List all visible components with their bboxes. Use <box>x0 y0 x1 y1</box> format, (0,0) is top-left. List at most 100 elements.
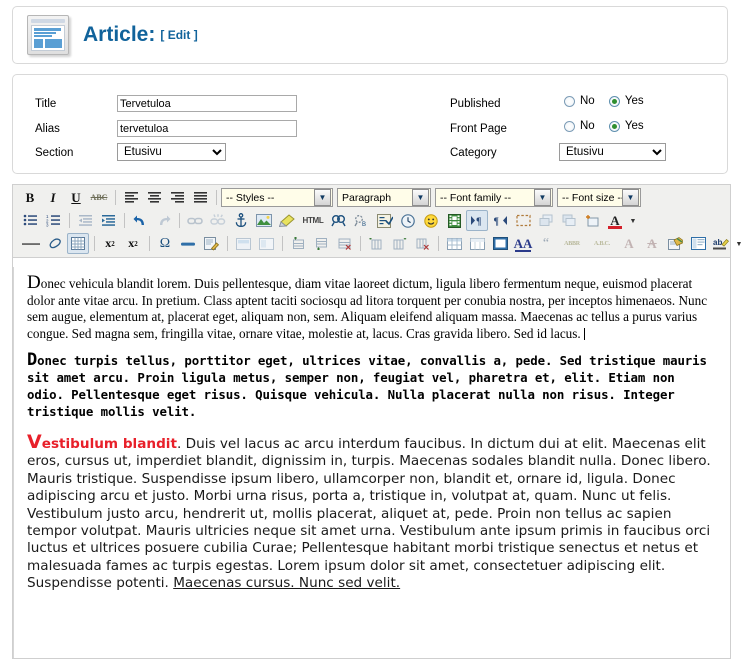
chevron-down-icon[interactable]: ▼ <box>314 189 331 206</box>
image-button[interactable] <box>253 210 275 231</box>
subscript-button[interactable]: x2 <box>99 233 121 254</box>
italic-button[interactable]: I <box>42 187 64 208</box>
chevron-down-icon[interactable]: ▼ <box>622 189 639 206</box>
media-icon <box>447 213 461 228</box>
attributes-button[interactable] <box>664 233 686 254</box>
horizontal-rule-button[interactable] <box>19 233 43 254</box>
fontfamily-dropdown-label: -- Font family -- <box>440 191 512 204</box>
insert-text-button[interactable]: A <box>618 233 640 254</box>
abbreviation-button[interactable]: ABBR <box>558 233 586 254</box>
remove-format-button[interactable] <box>44 233 66 254</box>
direction-rtl-button[interactable]: ¶ <box>489 210 511 231</box>
eraser-icon <box>49 238 61 249</box>
spellcheck-button[interactable] <box>374 210 396 231</box>
fontfamily-dropdown[interactable]: -- Font family -- ▼ <box>435 188 553 207</box>
outdent-button[interactable] <box>74 210 96 231</box>
cleanup-button[interactable] <box>276 210 298 231</box>
page-break-button[interactable] <box>177 233 199 254</box>
article-paragraph-3[interactable]: Vestibulum blandit. Duis vel lacus ac ar… <box>27 433 718 593</box>
alias-label: Alias <box>35 123 60 135</box>
indent-button[interactable] <box>97 210 119 231</box>
media-button[interactable] <box>443 210 465 231</box>
anchor-button[interactable] <box>230 210 252 231</box>
frontpage-no-option[interactable]: No <box>564 120 595 132</box>
spellcheck-ab-button[interactable]: ab <box>710 233 732 254</box>
published-no-option[interactable]: No <box>564 95 595 107</box>
radio-selected-icon[interactable] <box>608 120 620 132</box>
radio-unselected-icon[interactable] <box>564 120 575 132</box>
strikethrough-button[interactable]: ABC <box>88 187 110 208</box>
find-icon <box>331 215 346 227</box>
chevron-down-icon[interactable]: ▼ <box>412 189 429 206</box>
column-before-button[interactable] <box>365 233 387 254</box>
category-select[interactable]: Etusivu <box>559 143 666 161</box>
image-icon <box>256 214 272 227</box>
frontpage-yes-option[interactable]: Yes <box>608 120 644 132</box>
link-button[interactable] <box>184 210 206 231</box>
unordered-list-button[interactable] <box>19 210 41 231</box>
cell-properties-icon <box>235 237 251 250</box>
find-button[interactable] <box>328 210 350 231</box>
radio-selected-icon[interactable] <box>608 95 620 107</box>
section-select[interactable]: Etusivu <box>117 143 226 161</box>
insert-table-button[interactable] <box>443 233 465 254</box>
cleanup-icon <box>279 213 295 227</box>
cell-properties-button[interactable] <box>232 233 254 254</box>
bold-button[interactable]: B <box>19 187 41 208</box>
toolbar-row-3: x2 x2 Ω AA “ ABBR A.B.C. A A ab ▼ <box>13 232 742 255</box>
template-button[interactable] <box>687 233 709 254</box>
row-before-button[interactable] <box>287 233 309 254</box>
title-input[interactable] <box>117 95 297 112</box>
svg-text:¶: ¶ <box>476 217 481 228</box>
style-properties-button[interactable]: AA <box>512 233 534 254</box>
alias-input[interactable] <box>117 120 297 137</box>
edit-link[interactable]: [ Edit ] <box>160 28 197 42</box>
visual-aid-button[interactable] <box>512 210 534 231</box>
blockquote-button[interactable]: “ <box>535 233 557 254</box>
fullscreen-button[interactable] <box>489 233 511 254</box>
table-properties-button[interactable] <box>466 233 488 254</box>
article-paragraph-2[interactable]: Donec turpis tellus, porttitor eget, ult… <box>27 352 718 420</box>
text-color-button[interactable]: A <box>604 210 626 231</box>
acronym-button[interactable]: A.B.C. <box>587 233 617 254</box>
align-left-button[interactable] <box>120 187 142 208</box>
unordered-list-icon <box>23 214 37 226</box>
edit-css-button[interactable] <box>200 233 222 254</box>
unlink-button[interactable] <box>207 210 229 231</box>
delete-row-button[interactable] <box>333 233 355 254</box>
editor-content-area[interactable]: Donec vehicula blandit lorem. Duis pelle… <box>13 267 730 658</box>
row-after-button[interactable] <box>310 233 332 254</box>
layer-back-button[interactable] <box>558 210 580 231</box>
align-center-button[interactable] <box>143 187 165 208</box>
insert-layer-button[interactable] <box>581 210 603 231</box>
align-right-button[interactable] <box>166 187 188 208</box>
align-justify-button[interactable] <box>189 187 211 208</box>
styles-dropdown[interactable]: -- Styles -- ▼ <box>221 188 333 207</box>
underline-button[interactable]: U <box>65 187 87 208</box>
chevron-down-icon[interactable]: ▼ <box>534 189 551 206</box>
ordered-list-button[interactable]: 123 <box>42 210 64 231</box>
text-color-dropdown[interactable]: ▼ <box>627 210 639 231</box>
charmap-button[interactable]: Ω <box>154 233 176 254</box>
delete-text-button[interactable]: A <box>641 233 663 254</box>
superscript-button[interactable]: x2 <box>122 233 144 254</box>
column-after-button[interactable] <box>388 233 410 254</box>
layer-forward-button[interactable] <box>535 210 557 231</box>
fontsize-dropdown[interactable]: -- Font size -- ▼ <box>557 188 641 207</box>
undo-button[interactable] <box>129 210 151 231</box>
article-paragraph-1[interactable]: Donec vehicula blandit lorem. Duis pelle… <box>27 273 718 342</box>
find-replace-button[interactable]: B <box>351 210 373 231</box>
insert-date-button[interactable] <box>397 210 419 231</box>
html-source-button[interactable]: HTML <box>299 210 327 231</box>
merge-cells-button[interactable] <box>255 233 277 254</box>
emoticon-button[interactable] <box>420 210 442 231</box>
direction-ltr-icon: ¶ <box>470 216 481 228</box>
published-yes-option[interactable]: Yes <box>608 95 644 107</box>
spellcheck-dropdown[interactable]: ▼ <box>733 233 743 254</box>
direction-ltr-button[interactable]: ¶ <box>466 210 488 231</box>
radio-unselected-icon[interactable] <box>564 95 575 107</box>
paragraph-dropdown[interactable]: Paragraph ▼ <box>337 188 431 207</box>
toggle-guides-button[interactable] <box>67 233 89 254</box>
redo-button[interactable] <box>152 210 174 231</box>
delete-column-button[interactable] <box>411 233 433 254</box>
